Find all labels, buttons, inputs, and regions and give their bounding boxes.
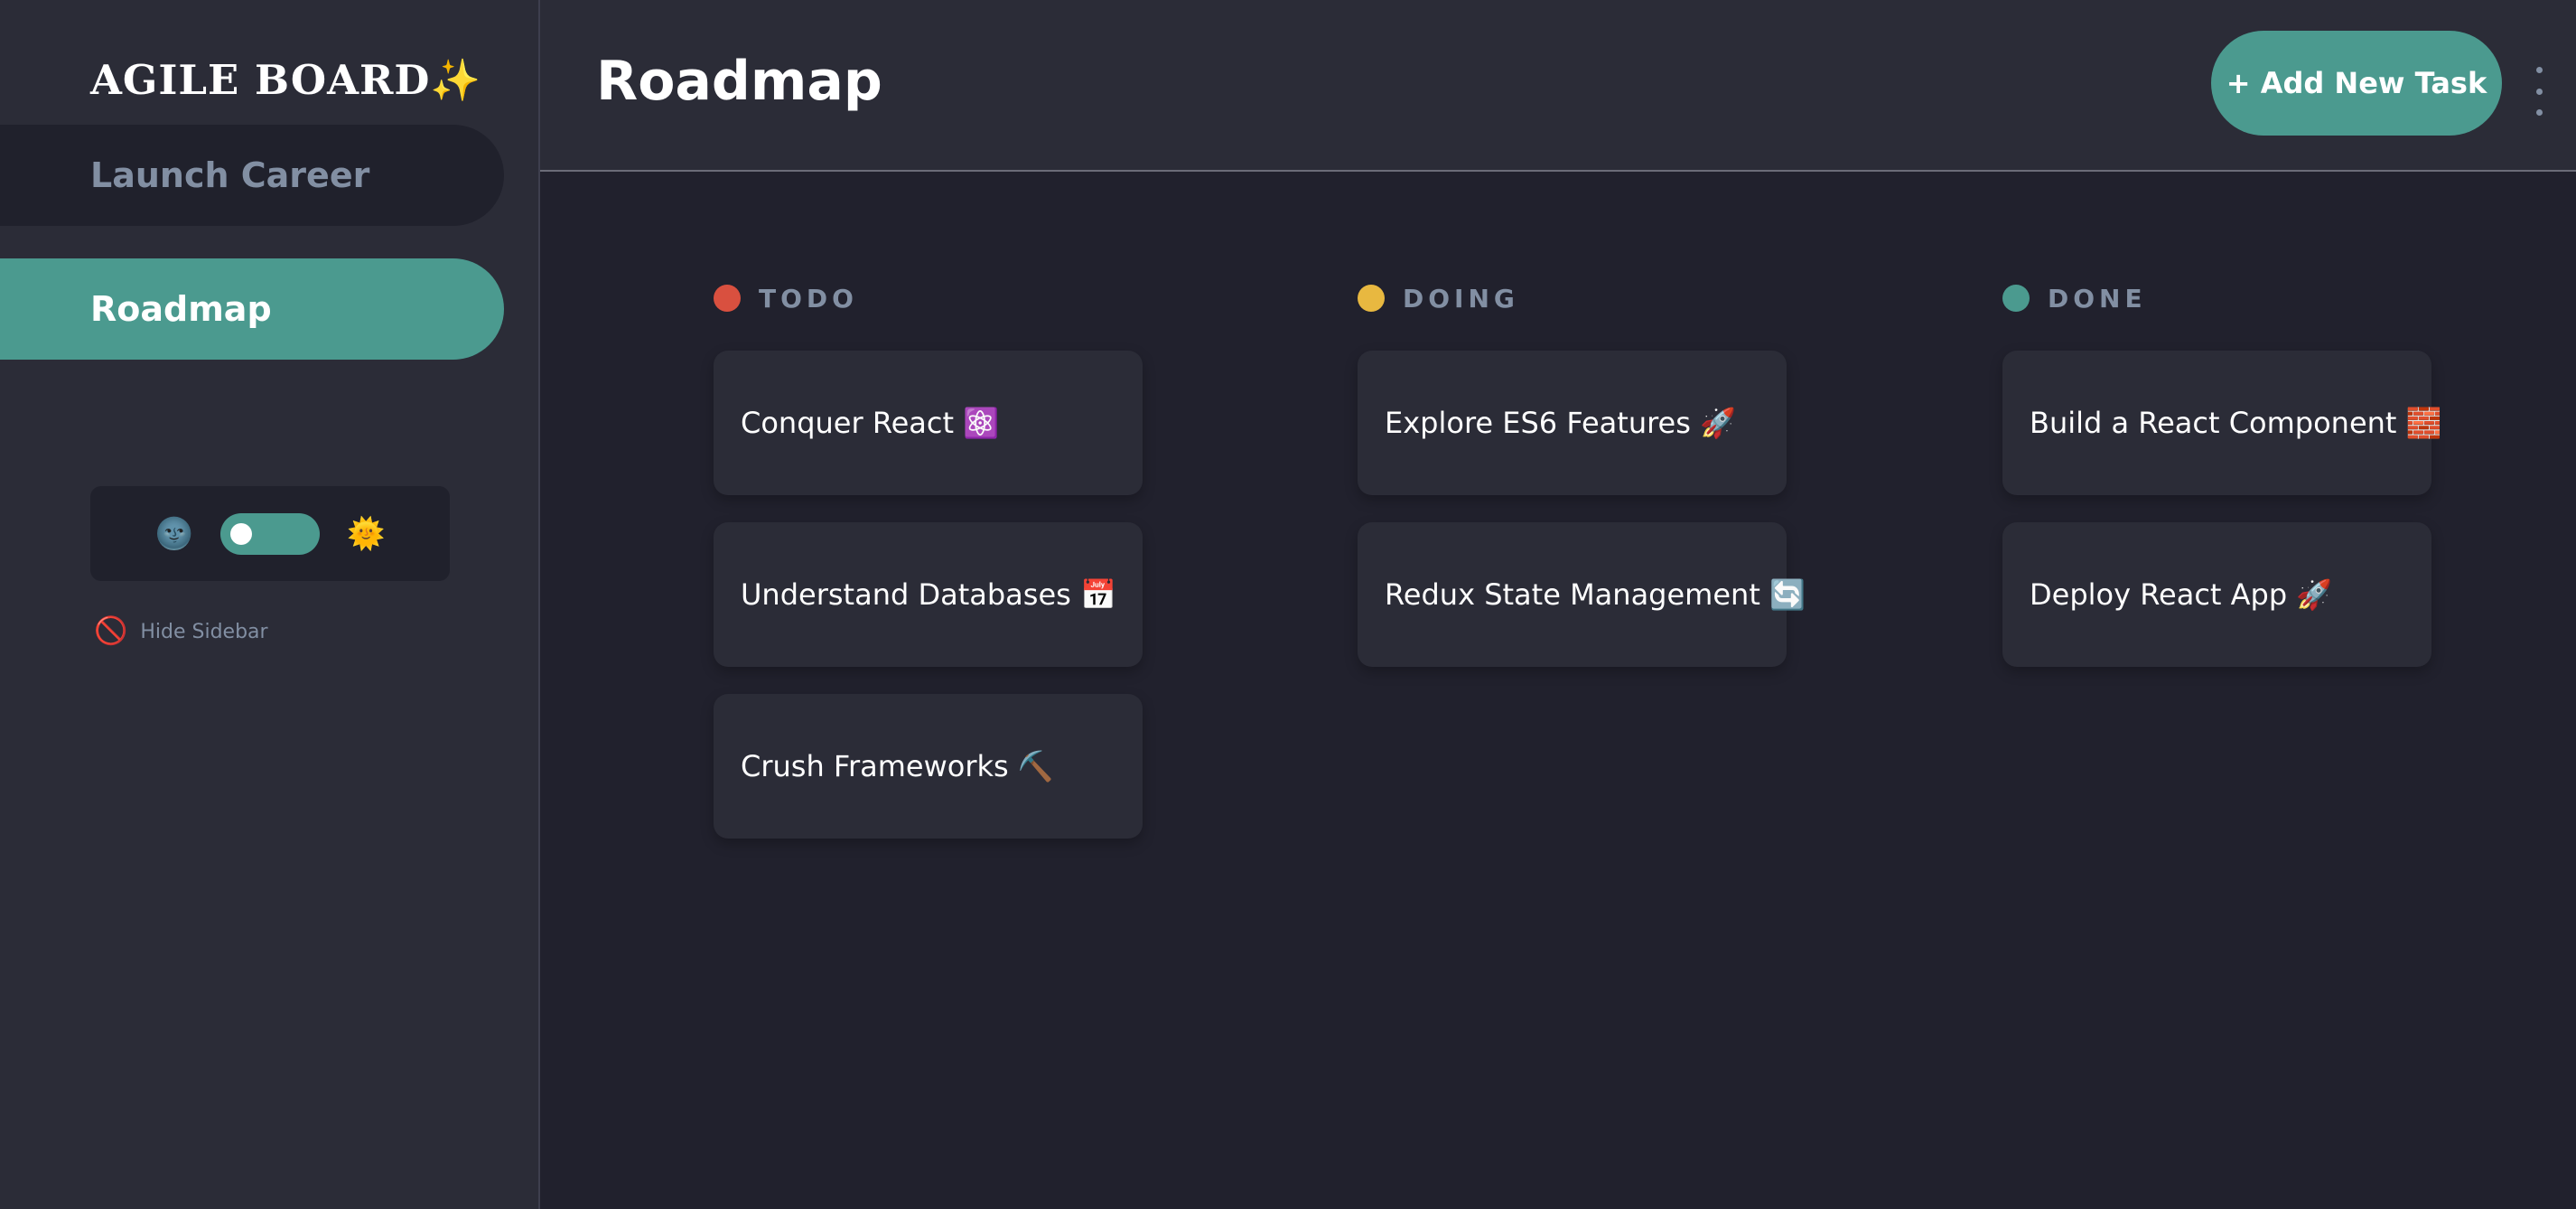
kebab-dot	[2535, 109, 2543, 116]
task-card[interactable]: Conquer React ⚛️	[714, 351, 1143, 495]
column-title: DONE	[2048, 283, 2147, 314]
header: Roadmap + Add New Task	[540, 0, 2576, 172]
sidebar: AGILE BOARD✨ Launch Career Roadmap 🌚 🌞 🚫…	[0, 0, 540, 1209]
status-dot	[2002, 285, 2030, 312]
task-card[interactable]: Understand Databases 📅	[714, 522, 1143, 667]
hide-sidebar-label: Hide Sidebar	[140, 620, 268, 643]
column-title: DOING	[1403, 283, 1519, 314]
column-title: TODO	[759, 283, 858, 314]
task-card[interactable]: Deploy React App 🚀	[2002, 522, 2431, 667]
light-mode-icon: 🌞	[347, 515, 386, 552]
task-card[interactable]: Redux State Management 🔄	[1358, 522, 1806, 667]
prohibited-icon: 🚫	[94, 615, 128, 647]
page-title: Roadmap	[596, 50, 882, 113]
task-card[interactable]: Explore ES6 Features 🚀	[1358, 351, 1787, 495]
toggle-knob	[230, 522, 252, 545]
more-options-icon[interactable]	[2528, 67, 2550, 116]
add-new-task-button[interactable]: + Add New Task	[2211, 31, 2502, 136]
task-card[interactable]: Build a React Component 🧱	[2002, 351, 2441, 495]
column-doing: DOING Explore ES6 Features 🚀 Redux State…	[1358, 280, 1806, 667]
status-dot	[714, 285, 741, 312]
column-header: DONE	[2002, 280, 2431, 316]
task-card[interactable]: Crush Frameworks ⛏️	[714, 694, 1143, 839]
sidebar-item-label: Launch Career	[90, 155, 370, 195]
sidebar-item-label: Roadmap	[90, 289, 272, 329]
kebab-dot	[2535, 67, 2543, 73]
theme-switcher: 🌚 🌞	[90, 486, 450, 581]
sidebar-item-launch-career[interactable]: Launch Career	[0, 125, 504, 226]
hide-sidebar-button[interactable]: 🚫 Hide Sidebar	[94, 618, 268, 645]
theme-toggle[interactable]	[220, 512, 320, 555]
column-done: DONE Build a React Component 🧱 Deploy Re…	[2002, 280, 2441, 667]
column-header: TODO	[714, 280, 1143, 316]
column-header: DOING	[1358, 280, 1787, 316]
status-dot	[1358, 285, 1385, 312]
app-logo: AGILE BOARD✨	[90, 56, 482, 104]
column-todo: TODO Conquer React ⚛️ Understand Databas…	[714, 280, 1143, 839]
kebab-dot	[2535, 88, 2543, 95]
dark-mode-icon: 🌚	[154, 515, 193, 552]
sidebar-item-roadmap[interactable]: Roadmap	[0, 258, 504, 360]
